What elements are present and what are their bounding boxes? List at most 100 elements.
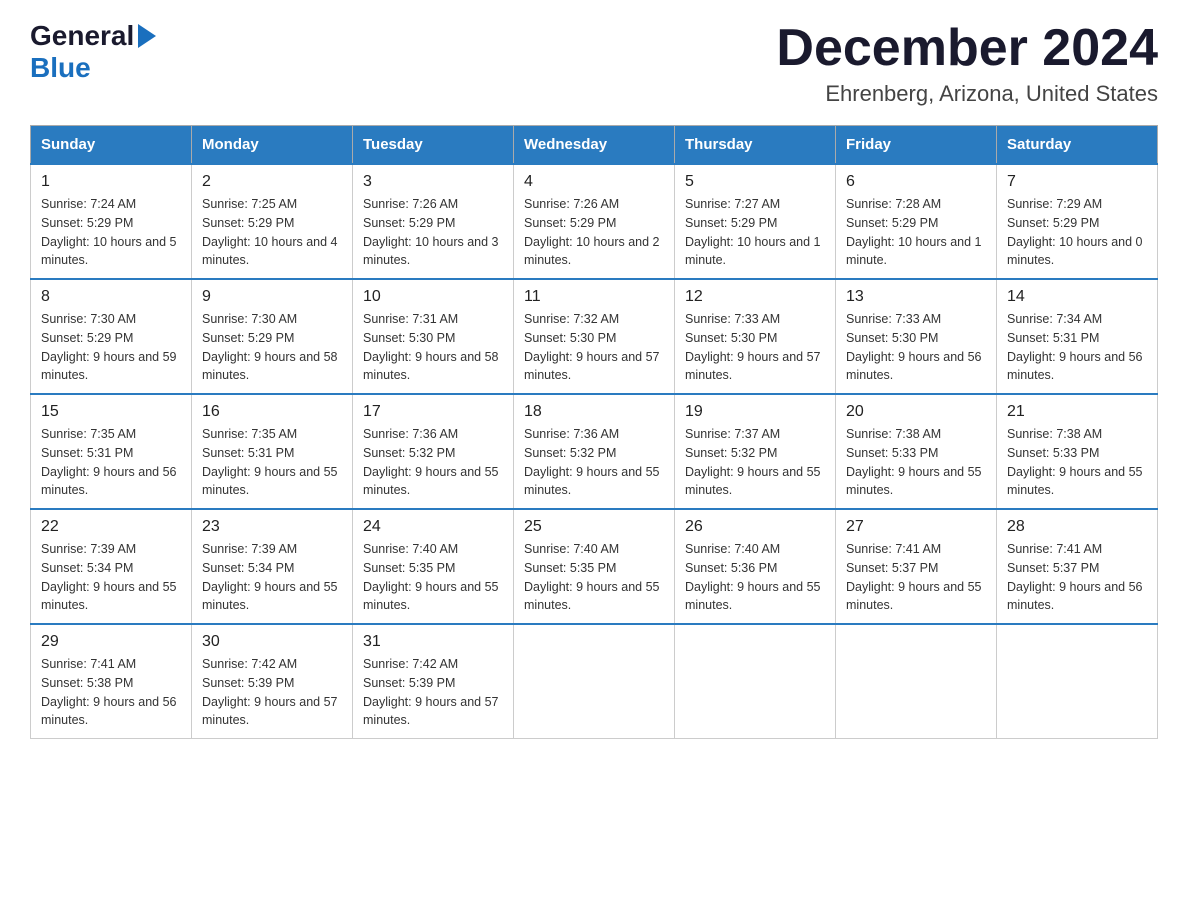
day-info: Sunrise: 7:33 AMSunset: 5:30 PMDaylight:…: [685, 310, 825, 385]
calendar-cell: 31 Sunrise: 7:42 AMSunset: 5:39 PMDaylig…: [353, 624, 514, 739]
day-info: Sunrise: 7:37 AMSunset: 5:32 PMDaylight:…: [685, 425, 825, 500]
calendar-cell: 24 Sunrise: 7:40 AMSunset: 5:35 PMDaylig…: [353, 509, 514, 624]
day-number: 10: [363, 288, 503, 306]
day-number: 13: [846, 288, 986, 306]
day-number: 6: [846, 173, 986, 191]
day-info: Sunrise: 7:41 AMSunset: 5:37 PMDaylight:…: [846, 540, 986, 615]
day-number: 29: [41, 633, 181, 651]
day-info: Sunrise: 7:29 AMSunset: 5:29 PMDaylight:…: [1007, 195, 1147, 270]
day-info: Sunrise: 7:38 AMSunset: 5:33 PMDaylight:…: [846, 425, 986, 500]
day-number: 14: [1007, 288, 1147, 306]
day-info: Sunrise: 7:28 AMSunset: 5:29 PMDaylight:…: [846, 195, 986, 270]
day-info: Sunrise: 7:41 AMSunset: 5:37 PMDaylight:…: [1007, 540, 1147, 615]
day-number: 16: [202, 403, 342, 421]
day-info: Sunrise: 7:30 AMSunset: 5:29 PMDaylight:…: [202, 310, 342, 385]
logo: General Blue: [30, 20, 156, 84]
day-info: Sunrise: 7:24 AMSunset: 5:29 PMDaylight:…: [41, 195, 181, 270]
day-number: 9: [202, 288, 342, 306]
calendar-cell: 16 Sunrise: 7:35 AMSunset: 5:31 PMDaylig…: [192, 394, 353, 509]
day-info: Sunrise: 7:40 AMSunset: 5:35 PMDaylight:…: [363, 540, 503, 615]
day-info: Sunrise: 7:42 AMSunset: 5:39 PMDaylight:…: [202, 655, 342, 730]
calendar-subtitle: Ehrenberg, Arizona, United States: [776, 81, 1158, 107]
calendar-cell: 9 Sunrise: 7:30 AMSunset: 5:29 PMDayligh…: [192, 279, 353, 394]
week-row-5: 29 Sunrise: 7:41 AMSunset: 5:38 PMDaylig…: [31, 624, 1158, 739]
day-info: Sunrise: 7:35 AMSunset: 5:31 PMDaylight:…: [41, 425, 181, 500]
day-info: Sunrise: 7:40 AMSunset: 5:36 PMDaylight:…: [685, 540, 825, 615]
day-header-tuesday: Tuesday: [353, 126, 514, 165]
day-info: Sunrise: 7:32 AMSunset: 5:30 PMDaylight:…: [524, 310, 664, 385]
day-info: Sunrise: 7:30 AMSunset: 5:29 PMDaylight:…: [41, 310, 181, 385]
logo-blue-text: Blue: [30, 52, 91, 83]
day-info: Sunrise: 7:39 AMSunset: 5:34 PMDaylight:…: [202, 540, 342, 615]
logo-arrow-icon: [138, 24, 156, 48]
calendar-cell: 3 Sunrise: 7:26 AMSunset: 5:29 PMDayligh…: [353, 164, 514, 279]
day-number: 26: [685, 518, 825, 536]
calendar-cell: 7 Sunrise: 7:29 AMSunset: 5:29 PMDayligh…: [997, 164, 1158, 279]
day-header-sunday: Sunday: [31, 126, 192, 165]
day-number: 30: [202, 633, 342, 651]
day-info: Sunrise: 7:33 AMSunset: 5:30 PMDaylight:…: [846, 310, 986, 385]
title-area: December 2024 Ehrenberg, Arizona, United…: [776, 20, 1158, 107]
calendar-cell: 14 Sunrise: 7:34 AMSunset: 5:31 PMDaylig…: [997, 279, 1158, 394]
calendar-cell: 20 Sunrise: 7:38 AMSunset: 5:33 PMDaylig…: [836, 394, 997, 509]
day-info: Sunrise: 7:26 AMSunset: 5:29 PMDaylight:…: [363, 195, 503, 270]
calendar-cell: 13 Sunrise: 7:33 AMSunset: 5:30 PMDaylig…: [836, 279, 997, 394]
day-number: 23: [202, 518, 342, 536]
calendar-cell: 22 Sunrise: 7:39 AMSunset: 5:34 PMDaylig…: [31, 509, 192, 624]
calendar-cell: [514, 624, 675, 739]
day-info: Sunrise: 7:38 AMSunset: 5:33 PMDaylight:…: [1007, 425, 1147, 500]
calendar-cell: 29 Sunrise: 7:41 AMSunset: 5:38 PMDaylig…: [31, 624, 192, 739]
day-info: Sunrise: 7:26 AMSunset: 5:29 PMDaylight:…: [524, 195, 664, 270]
day-info: Sunrise: 7:31 AMSunset: 5:30 PMDaylight:…: [363, 310, 503, 385]
calendar-cell: 30 Sunrise: 7:42 AMSunset: 5:39 PMDaylig…: [192, 624, 353, 739]
calendar-cell: 18 Sunrise: 7:36 AMSunset: 5:32 PMDaylig…: [514, 394, 675, 509]
page-header: General Blue December 2024 Ehrenberg, Ar…: [30, 20, 1158, 107]
day-number: 28: [1007, 518, 1147, 536]
day-number: 1: [41, 173, 181, 191]
logo-general-text: General: [30, 20, 134, 52]
day-number: 18: [524, 403, 664, 421]
calendar-cell: 26 Sunrise: 7:40 AMSunset: 5:36 PMDaylig…: [675, 509, 836, 624]
day-header-wednesday: Wednesday: [514, 126, 675, 165]
day-number: 3: [363, 173, 503, 191]
day-info: Sunrise: 7:35 AMSunset: 5:31 PMDaylight:…: [202, 425, 342, 500]
day-info: Sunrise: 7:40 AMSunset: 5:35 PMDaylight:…: [524, 540, 664, 615]
calendar-cell: 19 Sunrise: 7:37 AMSunset: 5:32 PMDaylig…: [675, 394, 836, 509]
day-info: Sunrise: 7:34 AMSunset: 5:31 PMDaylight:…: [1007, 310, 1147, 385]
calendar-cell: 4 Sunrise: 7:26 AMSunset: 5:29 PMDayligh…: [514, 164, 675, 279]
day-number: 11: [524, 288, 664, 306]
calendar-cell: 28 Sunrise: 7:41 AMSunset: 5:37 PMDaylig…: [997, 509, 1158, 624]
calendar-cell: 27 Sunrise: 7:41 AMSunset: 5:37 PMDaylig…: [836, 509, 997, 624]
day-info: Sunrise: 7:36 AMSunset: 5:32 PMDaylight:…: [363, 425, 503, 500]
calendar-table: SundayMondayTuesdayWednesdayThursdayFrid…: [30, 125, 1158, 739]
day-number: 19: [685, 403, 825, 421]
calendar-cell: 1 Sunrise: 7:24 AMSunset: 5:29 PMDayligh…: [31, 164, 192, 279]
calendar-cell: 2 Sunrise: 7:25 AMSunset: 5:29 PMDayligh…: [192, 164, 353, 279]
day-header-thursday: Thursday: [675, 126, 836, 165]
calendar-cell: 25 Sunrise: 7:40 AMSunset: 5:35 PMDaylig…: [514, 509, 675, 624]
calendar-cell: 6 Sunrise: 7:28 AMSunset: 5:29 PMDayligh…: [836, 164, 997, 279]
day-number: 5: [685, 173, 825, 191]
day-number: 7: [1007, 173, 1147, 191]
day-number: 24: [363, 518, 503, 536]
day-number: 2: [202, 173, 342, 191]
calendar-cell: 5 Sunrise: 7:27 AMSunset: 5:29 PMDayligh…: [675, 164, 836, 279]
day-number: 17: [363, 403, 503, 421]
day-number: 20: [846, 403, 986, 421]
day-number: 4: [524, 173, 664, 191]
week-row-2: 8 Sunrise: 7:30 AMSunset: 5:29 PMDayligh…: [31, 279, 1158, 394]
day-number: 27: [846, 518, 986, 536]
day-number: 21: [1007, 403, 1147, 421]
day-info: Sunrise: 7:42 AMSunset: 5:39 PMDaylight:…: [363, 655, 503, 730]
calendar-cell: [997, 624, 1158, 739]
day-number: 22: [41, 518, 181, 536]
day-number: 15: [41, 403, 181, 421]
calendar-cell: 23 Sunrise: 7:39 AMSunset: 5:34 PMDaylig…: [192, 509, 353, 624]
calendar-cell: 21 Sunrise: 7:38 AMSunset: 5:33 PMDaylig…: [997, 394, 1158, 509]
day-header-saturday: Saturday: [997, 126, 1158, 165]
week-row-4: 22 Sunrise: 7:39 AMSunset: 5:34 PMDaylig…: [31, 509, 1158, 624]
week-row-3: 15 Sunrise: 7:35 AMSunset: 5:31 PMDaylig…: [31, 394, 1158, 509]
day-header-friday: Friday: [836, 126, 997, 165]
days-header-row: SundayMondayTuesdayWednesdayThursdayFrid…: [31, 126, 1158, 165]
day-info: Sunrise: 7:25 AMSunset: 5:29 PMDaylight:…: [202, 195, 342, 270]
